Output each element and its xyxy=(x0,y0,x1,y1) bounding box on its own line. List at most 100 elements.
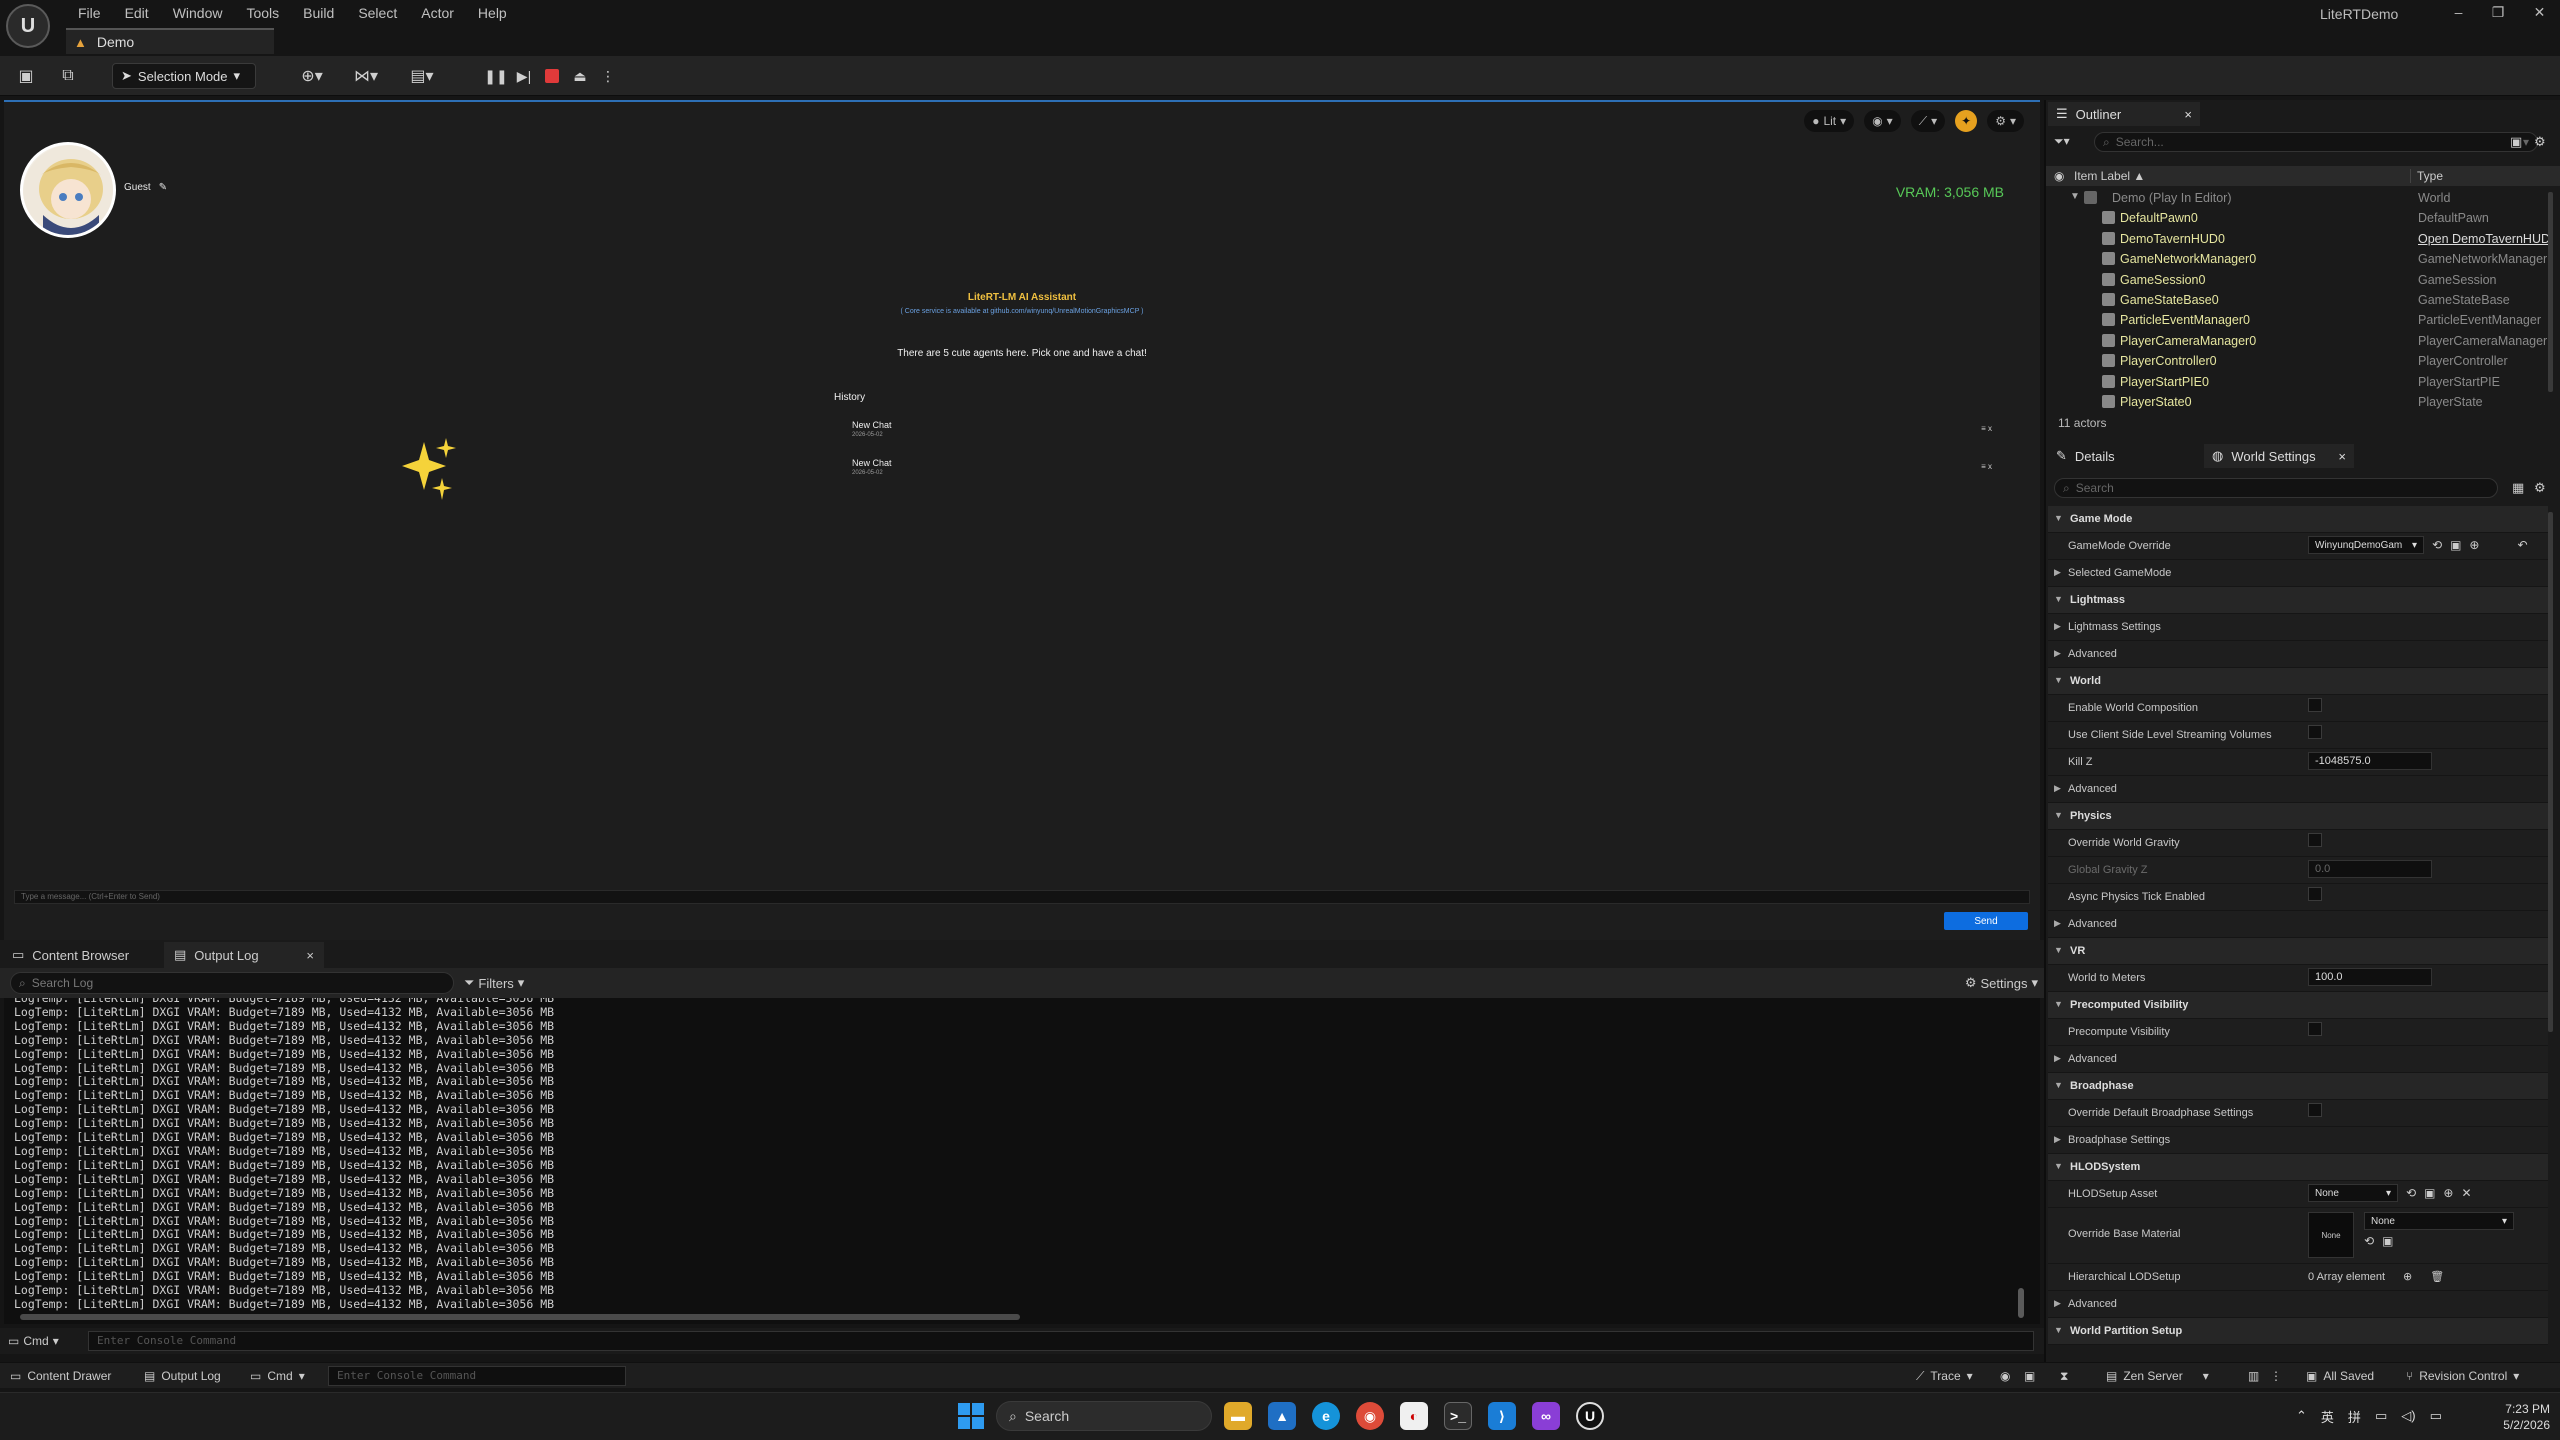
tab-output-log[interactable]: ▤ Output Log × xyxy=(164,942,324,968)
number-field[interactable]: -1048575.0 xyxy=(2308,752,2432,770)
unreal-logo-icon[interactable]: U xyxy=(6,4,50,48)
close-tab-icon[interactable]: × xyxy=(2184,107,2192,122)
checkbox[interactable] xyxy=(2308,1022,2322,1036)
details-property-row[interactable]: ▶ Advanced xyxy=(2048,1291,2548,1318)
tab-details[interactable]: ✎ Details xyxy=(2048,444,2200,468)
details-property-row[interactable]: ▶ Advanced xyxy=(2048,911,2548,938)
minimize-icon[interactable]: – xyxy=(2455,4,2463,20)
expand-arrow-icon[interactable]: ▶ xyxy=(2054,783,2061,794)
expand-arrow-icon[interactable]: ▶ xyxy=(2054,648,2061,659)
eject-icon[interactable]: ⏏ xyxy=(568,64,592,88)
checkbox[interactable] xyxy=(2308,833,2322,847)
volume-icon[interactable]: ◁) xyxy=(2401,1408,2415,1424)
expand-arrow-icon[interactable]: ▶ xyxy=(2054,567,2061,578)
expand-arrow-icon[interactable]: ▶ xyxy=(2054,621,2061,632)
expand-arrow-icon[interactable]: ▼ xyxy=(2070,191,2080,202)
expand-arrow-icon[interactable]: ▶ xyxy=(2054,1134,2061,1145)
collapse-arrow-icon[interactable]: ▼ xyxy=(2054,945,2063,955)
outliner-filter-icon[interactable]: ⏷▾ xyxy=(2054,134,2070,149)
expand-arrow-icon[interactable]: ▶ xyxy=(2054,918,2061,929)
taskbar-search[interactable]: ⌕ Search xyxy=(996,1401,1212,1431)
outliner-row[interactable]: GameSession0 GameSession xyxy=(2046,270,2550,290)
edge-icon[interactable]: e xyxy=(1312,1402,1340,1430)
unreal-editor-taskbar-icon[interactable]: U xyxy=(1576,1402,1604,1430)
outliner-row[interactable]: ▼ Demo (Play In Editor) World xyxy=(2046,188,2550,208)
tab-content-browser[interactable]: ▭ Content Browser xyxy=(2,942,139,968)
zen-server-button[interactable]: ▤ Zen Server ▾ xyxy=(2106,1367,2209,1385)
outliner-row[interactable]: ParticleEventManager0 ParticleEventManage… xyxy=(2046,310,2550,330)
menu-file[interactable]: File xyxy=(66,5,113,21)
log-vertical-scrollbar[interactable] xyxy=(2018,1288,2024,1318)
realtime-button[interactable]: ✦ xyxy=(1955,110,1978,132)
outliner-row[interactable]: DemoTavernHUD0 Open DemoTavernHUD xyxy=(2046,229,2550,249)
menu-window[interactable]: Window xyxy=(161,5,235,21)
start-windows-icon[interactable] xyxy=(958,1403,984,1429)
save-icon[interactable]: ▣ xyxy=(14,64,38,88)
chat-actions[interactable]: ≡ x xyxy=(1981,424,1992,433)
cmd-dropdown[interactable]: ▭ Cmd ▾ xyxy=(8,1332,59,1350)
outliner-row[interactable]: GameStateBase0 GameStateBase xyxy=(2046,290,2550,310)
checkbox[interactable] xyxy=(2308,887,2322,901)
details-category[interactable]: ▼ World Partition Setup xyxy=(2048,1318,2548,1345)
details-category[interactable]: ▼ HLODSystem xyxy=(2048,1154,2548,1181)
browse-icon[interactable]: ▣ xyxy=(2382,1234,2393,1248)
viewport-settings-button[interactable]: ⚙ ▾ xyxy=(1987,110,2024,132)
ime-english-icon[interactable]: 英 xyxy=(2321,1407,2334,1426)
ime-pinyin-icon[interactable]: 拼 xyxy=(2348,1407,2361,1426)
network-icon[interactable]: ▭ xyxy=(2375,1408,2387,1424)
details-property-row[interactable]: ▶ Advanced xyxy=(2048,641,2548,668)
assistant-subtitle-link[interactable]: ( Core service is available at github.co… xyxy=(4,308,2040,315)
add-actor-icon[interactable]: ⊕▾ xyxy=(292,64,332,88)
outliner-row[interactable]: PlayerCameraManager0 PlayerCameraManager xyxy=(2046,331,2550,351)
history-chat-item[interactable]: New Chat 2026-05-02 ≡ x xyxy=(852,420,1992,448)
use-selected-icon[interactable]: ⟲ xyxy=(2432,538,2442,552)
add-element-icon[interactable]: ⊕ xyxy=(2403,1270,2412,1283)
details-category[interactable]: ▼ Precomputed Visibility xyxy=(2048,992,2548,1019)
details-category[interactable]: ▼ Game Mode xyxy=(2048,506,2548,533)
avatar[interactable] xyxy=(20,142,116,238)
details-category[interactable]: ▼ World xyxy=(2048,668,2548,695)
chrome-icon[interactable]: ◉ xyxy=(1356,1402,1384,1430)
status-output-log-button[interactable]: ▤ Output Log xyxy=(144,1367,221,1385)
menu-actor[interactable]: Actor xyxy=(409,5,466,21)
revision-control-button[interactable]: ⑂ Revision Control ▾ xyxy=(2406,1367,2519,1385)
asset-dropdown[interactable]: WinyunqDemoGam ▾ xyxy=(2308,536,2424,554)
status-cmd-dropdown[interactable]: ▭ Cmd ▾ xyxy=(250,1367,305,1385)
checkbox[interactable] xyxy=(2308,1103,2322,1117)
menu-tools[interactable]: Tools xyxy=(234,5,291,21)
gear-icon[interactable]: ⚙ xyxy=(2534,134,2546,150)
close-tab-icon[interactable]: × xyxy=(2338,449,2346,464)
source-control-icon[interactable]: ▥ xyxy=(2248,1367,2259,1385)
app-icon[interactable]: ◐ xyxy=(1400,1402,1428,1430)
derived-data-icon[interactable]: ⧗ xyxy=(2060,1367,2068,1385)
outliner-row[interactable]: DefaultPawn0 DefaultPawn xyxy=(2046,208,2550,228)
column-item-label[interactable]: Item Label ▲ xyxy=(2074,169,2145,183)
menu-build[interactable]: Build xyxy=(291,5,346,21)
browse-icon[interactable]: ▣ xyxy=(2450,538,2461,552)
visibility-eye-icon[interactable]: ◉ xyxy=(2054,169,2064,183)
console-command-input[interactable]: Enter Console Command xyxy=(88,1331,2034,1351)
all-saved-indicator[interactable]: ▣ All Saved xyxy=(2306,1367,2374,1385)
outliner-row[interactable]: PlayerState0 PlayerState xyxy=(2046,392,2550,412)
blueprint-icon[interactable]: ⋈▾ xyxy=(346,64,386,88)
browse-icon[interactable]: ⧉ xyxy=(56,64,80,88)
details-category[interactable]: ▼ Broadphase xyxy=(2048,1073,2548,1100)
details-category[interactable]: ▼ Physics xyxy=(2048,803,2548,830)
checkbox[interactable] xyxy=(2308,725,2322,739)
collapse-arrow-icon[interactable]: ▼ xyxy=(2054,1161,2063,1171)
number-field[interactable]: 0.0 xyxy=(2308,860,2432,878)
chat-message-input[interactable]: Type a message... (Ctrl+Enter to Send) xyxy=(14,890,2030,904)
trash-icon[interactable]: 🗑 xyxy=(2430,1270,2444,1283)
step-icon[interactable]: ▶| xyxy=(512,64,536,88)
game-viewport[interactable]: ● Lit ▾ ◉ ▾ ⟋ ▾ ✦ ⚙ ▾ Guest ✎ VRAM: 3,056 M… xyxy=(4,100,2040,940)
outliner-search-input[interactable]: ⌕ Search... ▾ xyxy=(2094,132,2538,152)
trace-button[interactable]: ⟋ Trace ▾ xyxy=(1916,1367,1973,1385)
details-property-row[interactable]: ▶ Advanced xyxy=(2048,1046,2548,1073)
stop-icon[interactable] xyxy=(540,64,564,88)
edit-pencil-icon[interactable]: ✎ xyxy=(159,182,167,193)
add-icon[interactable]: ⊕ xyxy=(2469,538,2479,552)
send-button[interactable]: Send xyxy=(1944,912,2028,930)
history-chat-item[interactable]: New Chat 2026-05-02 ≡ x xyxy=(852,458,1992,486)
content-drawer-button[interactable]: ▭ Content Drawer xyxy=(10,1367,111,1385)
collapse-arrow-icon[interactable]: ▼ xyxy=(2054,999,2063,1009)
